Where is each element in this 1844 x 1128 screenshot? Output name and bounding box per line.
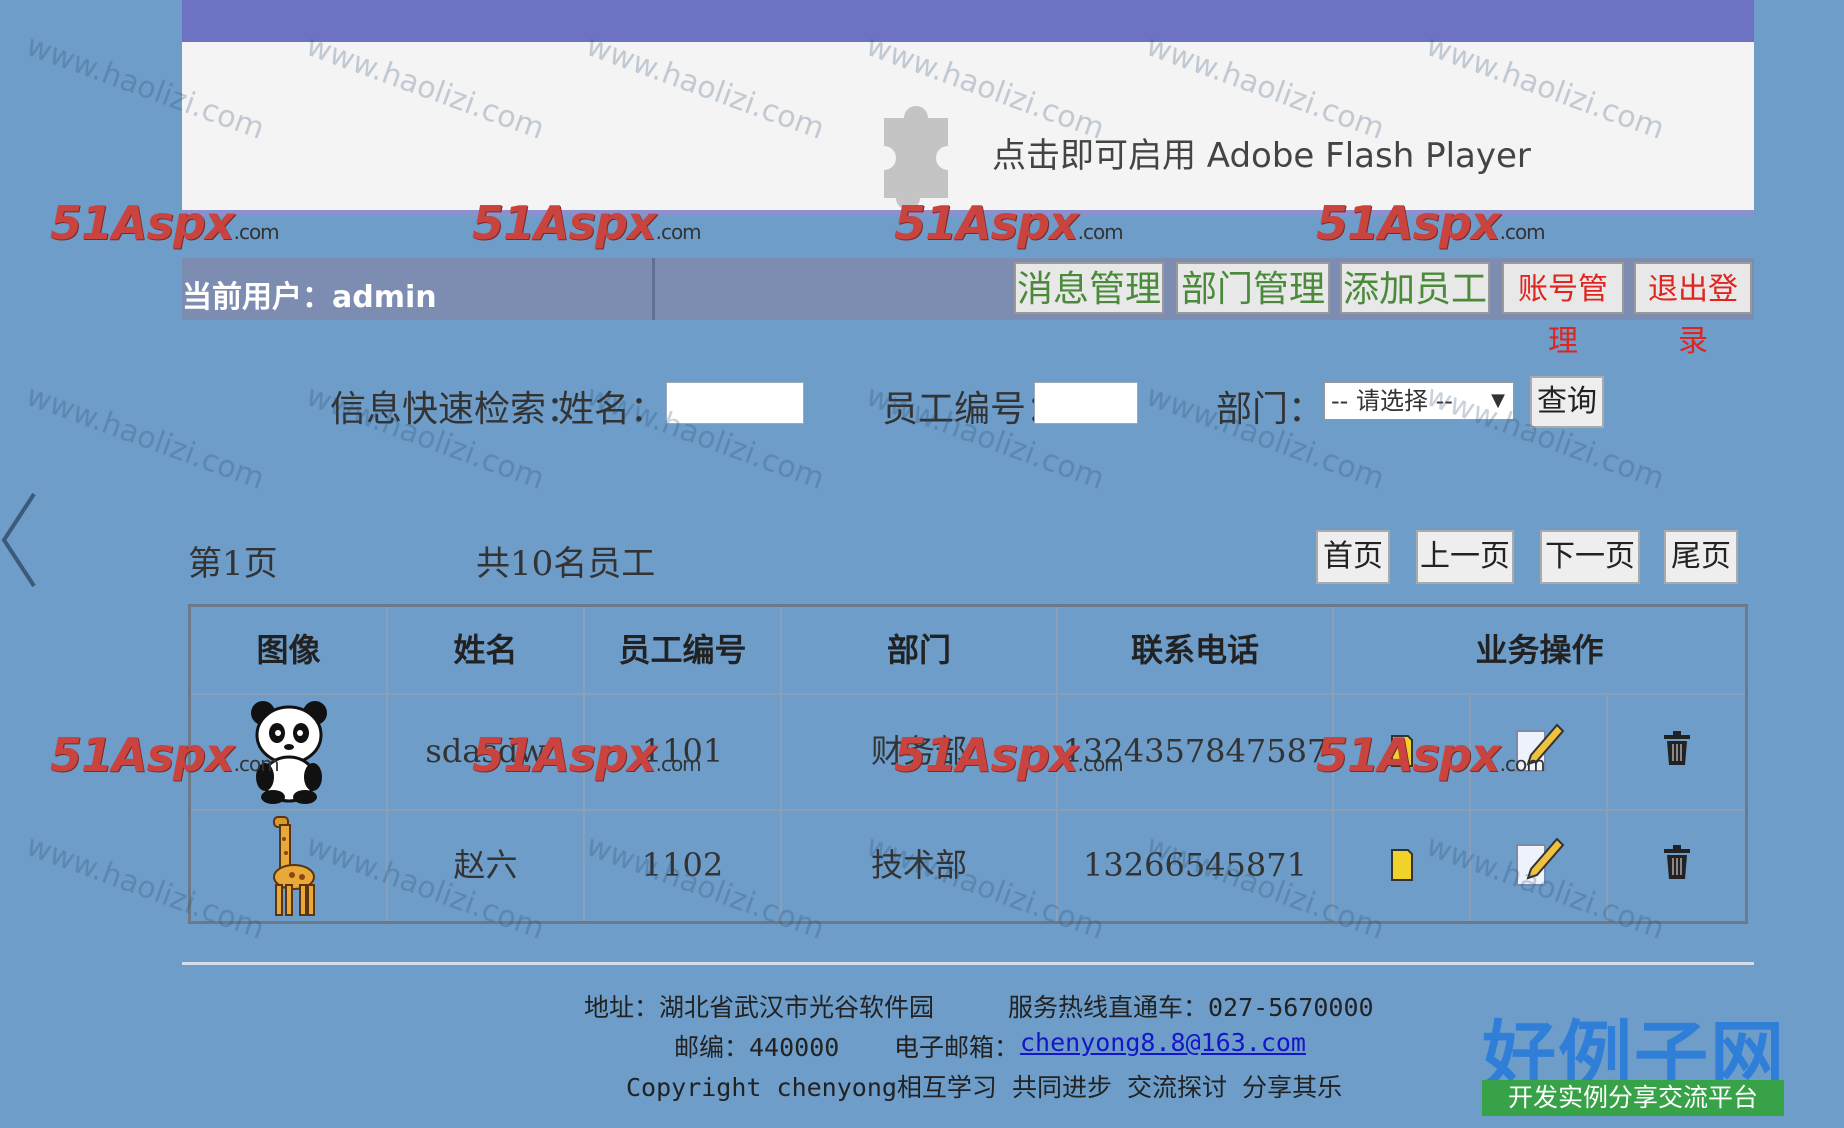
flash-message: 点击即可启用 Adobe Flash Player [992,136,1531,176]
footer-email-label: 电子邮箱： [894,1033,1020,1062]
trash-icon[interactable] [1662,731,1692,767]
action-cell-edit [1471,809,1608,921]
flash-placeholder[interactable]: 点击即可启用 Adobe Flash Player [182,42,1754,210]
header-employee-id: 员工编号 [585,607,782,693]
search-title: 信息快速检索： [330,389,583,430]
userbar-divider [652,258,655,320]
brand-logo: 好例子网 开发实例分享交流平台 [1482,996,1786,1116]
header-name: 姓名 [388,607,585,693]
view-note-icon[interactable] [1389,847,1415,883]
footer-address: 地址：湖北省武汉市光谷软件园 [584,993,935,1022]
giraffe-icon [272,816,315,916]
nav-add-employee[interactable]: 添加员工 [1340,262,1490,314]
chevron-down-icon: ▼ [1491,390,1505,411]
action-cell-delete [1608,809,1745,921]
header-phone: 联系电话 [1058,607,1334,693]
footer-email-link[interactable]: chenyong8.8@163.com [1020,1028,1306,1057]
query-button[interactable]: 查询 [1530,376,1604,428]
footer-postcode: 邮编：440000 [674,1033,840,1062]
nav-logout[interactable]: 退出登录 [1634,262,1752,359]
watermark-logo: 51Aspx.com [894,728,1124,782]
watermark-logo: 51Aspx.com [50,196,280,250]
current-page: 第1页 [188,544,278,584]
name-input[interactable] [666,382,804,424]
avatar-cell [191,809,388,921]
watermark-logo: 51Aspx.com [1316,728,1546,782]
employee-count: 共10名员工 [476,544,656,584]
table-row: 赵六 1102 技术部 13266545871 [191,809,1745,921]
table-header-row: 图像 姓名 员工编号 部门 联系电话 业务操作 [191,607,1745,695]
footer-hotline: 服务热线直通车：027-5670000 [1008,993,1374,1022]
footer-divider [182,962,1754,965]
watermark-logo: 51Aspx.com [894,196,1124,250]
nav-account-management[interactable]: 账号管理 [1502,262,1624,359]
watermark-logo: 51Aspx.com [472,196,702,250]
employee-id-cell: 1102 [585,809,782,921]
department-label: 部门： [1216,389,1325,430]
name-label: 姓名： [558,389,667,430]
last-page-button[interactable]: 尾页 [1664,530,1738,584]
watermark-logo: 51Aspx.com [472,728,702,782]
header-actions: 业务操作 [1475,631,1604,669]
trash-icon[interactable] [1662,845,1692,881]
current-user-label: 当前用户：admin [182,280,437,315]
edit-pencil-icon[interactable] [1511,833,1567,893]
nav-message-management[interactable]: 消息管理 [1014,262,1164,314]
department-cell: 技术部 [782,809,1058,921]
watermark-text: www.haolizi.com [21,378,269,497]
name-cell: 赵六 [388,809,585,921]
nav-department-management[interactable]: 部门管理 [1176,262,1330,314]
department-select[interactable]: -- 请选择 -- ▼ [1324,382,1514,420]
banner-top-strip [182,0,1754,42]
phone-cell: 13266545871 [1058,809,1334,921]
header-department: 部门 [782,607,1058,693]
action-cell-delete [1608,693,1745,809]
header-avatar: 图像 [191,607,388,693]
next-page-button[interactable]: 下一页 [1540,530,1640,584]
prev-page-button[interactable]: 上一页 [1416,530,1514,584]
employee-id-input[interactable] [1034,382,1138,424]
footer-copyright: Copyright chenyong相互学习 共同进步 交流探讨 分享其乐 [626,1073,1343,1102]
watermark-logo: 51Aspx.com [50,728,280,782]
action-cell-view [1334,809,1471,921]
left-chevron-icon[interactable] [0,490,40,590]
watermark-logo: 51Aspx.com [1316,196,1546,250]
first-page-button[interactable]: 首页 [1316,530,1390,584]
brand-tagline: 开发实例分享交流平台 [1482,1080,1784,1116]
plugin-puzzle-icon [884,106,948,208]
department-selected: -- 请选择 -- [1331,387,1453,415]
